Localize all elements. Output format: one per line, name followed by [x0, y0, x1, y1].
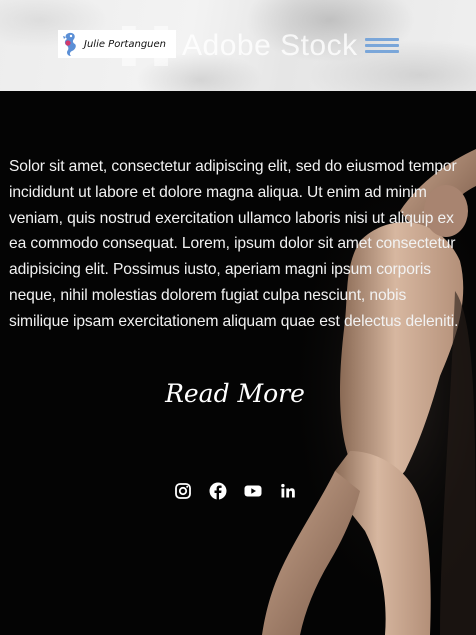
- intro-paragraph: Solor sit amet, consectetur adipiscing e…: [9, 158, 459, 330]
- read-more-link[interactable]: Read More: [155, 379, 315, 408]
- social-links: [174, 482, 297, 500]
- watermark-text: Adobe Stock: [182, 29, 358, 62]
- facebook-icon: [209, 482, 227, 500]
- logo-text: Julie Portanguen: [84, 38, 166, 50]
- page: Adobe Stock Julie Portanguen Solor sit a…: [0, 0, 476, 635]
- linkedin-icon: [281, 483, 295, 498]
- facebook-link[interactable]: [209, 482, 227, 500]
- menu-bar-bottom: [365, 50, 399, 53]
- site-logo[interactable]: Julie Portanguen: [58, 30, 176, 58]
- main-section: Solor sit amet, consectetur adipiscing e…: [0, 91, 476, 635]
- hamburger-menu-button[interactable]: [365, 38, 399, 54]
- seahorse-logo-icon: [63, 32, 76, 56]
- instagram-link[interactable]: [174, 482, 192, 500]
- youtube-link[interactable]: [244, 482, 262, 500]
- linkedin-link[interactable]: [279, 482, 297, 500]
- menu-bar-middle: [365, 44, 399, 47]
- youtube-icon: [244, 485, 262, 497]
- menu-bar-top: [365, 38, 399, 41]
- site-header: Adobe Stock Julie Portanguen: [0, 0, 476, 91]
- instagram-icon: [175, 483, 191, 499]
